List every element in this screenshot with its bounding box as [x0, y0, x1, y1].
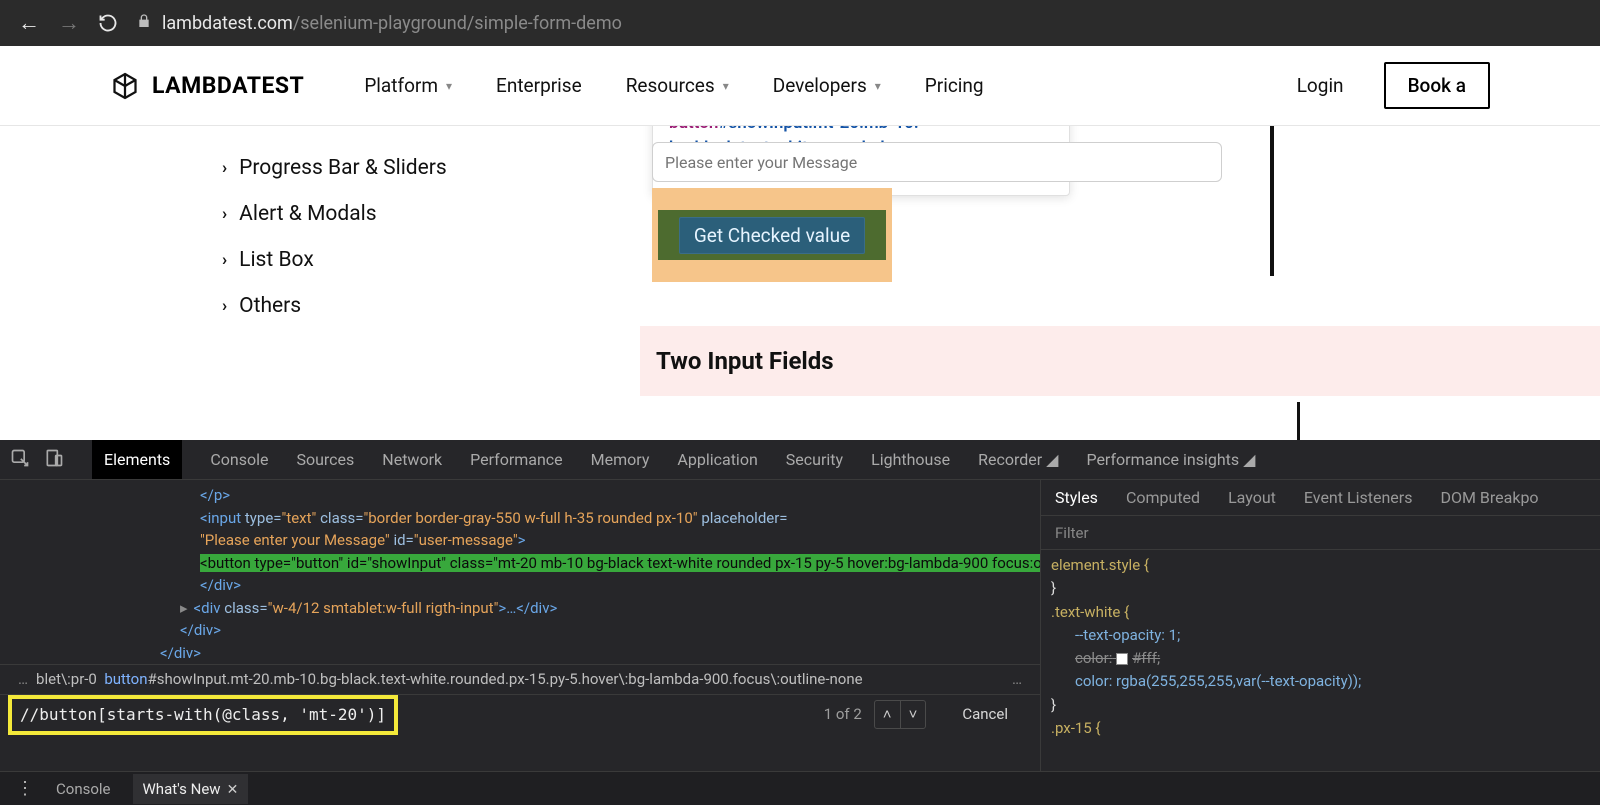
breadcrumb-overflow[interactable]: … [1004, 668, 1030, 691]
dom-search-bar: //button[starts-with(@class, 'mt-20')] 1… [0, 694, 1040, 734]
brand-logo[interactable]: LAMBDATEST [110, 71, 304, 101]
tooltip-dimensions: 173.02 × 34 [971, 126, 1055, 130]
search-stepper: ˄ ˅ [874, 700, 927, 729]
devtools-tab-application[interactable]: Application [677, 450, 757, 469]
forward-button[interactable]: → [58, 10, 80, 36]
book-demo-button[interactable]: Book a [1384, 62, 1490, 109]
nav-developers[interactable]: Developers▾ [773, 74, 881, 97]
brand-name: LAMBDATEST [152, 72, 304, 99]
sidebar: ›Progress Bar & Sliders ›Alert & Modals … [222, 156, 447, 318]
beaker-icon: ◢ [1046, 450, 1058, 469]
nav-enterprise[interactable]: Enterprise [496, 74, 582, 97]
beaker-icon: ◢ [1243, 450, 1255, 469]
search-cancel-button[interactable]: Cancel [938, 703, 1032, 726]
device-toolbar-icon[interactable] [44, 448, 64, 472]
url-path: /selenium-playground/simple-form-demo [293, 13, 622, 34]
search-next-button[interactable]: ˅ [901, 701, 926, 728]
breadcrumb[interactable]: … blet\:pr-0 button#showInput.mt-20.mb-1… [0, 664, 1040, 694]
chevron-right-icon: › [222, 250, 227, 270]
nav-resources[interactable]: Resources▾ [626, 74, 729, 97]
get-checked-value-button[interactable]: Get Checked value [679, 217, 865, 254]
highlight-margin: Get Checked value [652, 188, 892, 282]
chevron-down-icon: ▾ [446, 79, 452, 93]
dom-selected-node[interactable]: <button type="button" id="showInput" cla… [200, 552, 1040, 575]
devtools-tab-security[interactable]: Security [786, 450, 843, 469]
highlight-padding: Get Checked value [658, 210, 886, 260]
two-input-heading: Two Input Fields [656, 347, 834, 375]
styles-pane: Styles Computed Layout Event Listeners D… [1040, 480, 1600, 771]
vertical-rule [1270, 126, 1274, 276]
lock-icon [136, 13, 152, 33]
devtools-tab-console[interactable]: Console [210, 450, 268, 469]
breadcrumb-overflow[interactable]: … [10, 668, 36, 691]
devtools-tab-lighthouse[interactable]: Lighthouse [871, 450, 950, 469]
devtools-tab-elements[interactable]: Elements [92, 440, 182, 479]
devtools-tabs: Elements Console Sources Network Perform… [0, 440, 1600, 480]
chevron-right-icon: › [222, 158, 227, 178]
devtools-tab-performance[interactable]: Performance [470, 450, 563, 469]
message-input[interactable] [652, 142, 1222, 182]
search-match-count: 1 of 2 [824, 703, 862, 726]
url-host: lambdatest.com [162, 13, 293, 34]
sidebar-item-progress[interactable]: ›Progress Bar & Sliders [222, 156, 447, 180]
styles-tab-dom-breakpoints[interactable]: DOM Breakpo [1440, 488, 1538, 507]
dom-tree[interactable]: </p> <input type="text" class="border bo… [0, 480, 1040, 771]
site-header: LAMBDATEST Platform▾ Enterprise Resource… [0, 46, 1600, 126]
chevron-down-icon: ▾ [723, 79, 729, 93]
devtools-tab-memory[interactable]: Memory [591, 450, 650, 469]
vertical-rule [1297, 402, 1300, 440]
styles-tab-computed[interactable]: Computed [1126, 488, 1200, 507]
login-link[interactable]: Login [1297, 74, 1344, 97]
drawer-menu-icon[interactable]: ⋮ [16, 778, 34, 799]
reload-button[interactable] [98, 13, 118, 33]
nav-platform[interactable]: Platform▾ [364, 74, 452, 97]
drawer-tab-console[interactable]: Console [56, 780, 111, 798]
sidebar-item-listbox[interactable]: ›List Box [222, 248, 447, 272]
logo-icon [110, 71, 140, 101]
devtools: Elements Console Sources Network Perform… [0, 440, 1600, 805]
browser-toolbar: ← → lambdatest.com/selenium-playground/s… [0, 0, 1600, 46]
inspect-element-icon[interactable] [10, 448, 30, 472]
chevron-right-icon: › [222, 204, 227, 224]
drawer-tab-whats-new[interactable]: What's New✕ [133, 774, 249, 804]
search-prev-button[interactable]: ˄ [875, 701, 901, 728]
nav-pricing[interactable]: Pricing [925, 74, 984, 97]
sidebar-item-alerts[interactable]: ›Alert & Modals [222, 202, 447, 226]
styles-filter-input[interactable]: Filter [1041, 516, 1600, 550]
devtools-tab-recorder[interactable]: Recorder ◢ [978, 450, 1058, 469]
back-button[interactable]: ← [18, 10, 40, 36]
page-body: ›Progress Bar & Sliders ›Alert & Modals … [0, 126, 1600, 440]
two-input-section: Two Input Fields [640, 326, 1600, 396]
devtools-tab-perf-insights[interactable]: Performance insights ◢ [1086, 450, 1255, 469]
color-swatch-icon[interactable] [1116, 653, 1128, 665]
address-bar[interactable]: lambdatest.com/selenium-playground/simpl… [136, 13, 1582, 34]
devtools-tab-network[interactable]: Network [382, 450, 442, 469]
close-icon[interactable]: ✕ [221, 782, 239, 798]
chevron-down-icon: ▾ [875, 79, 881, 93]
styles-tab-event-listeners[interactable]: Event Listeners [1304, 488, 1413, 507]
devtools-drawer: ⋮ Console What's New✕ [0, 771, 1600, 805]
sidebar-item-others[interactable]: ›Others [222, 294, 447, 318]
styles-rules[interactable]: element.style { } .text-white { --text-o… [1041, 550, 1600, 744]
main-nav: Platform▾ Enterprise Resources▾ Develope… [364, 74, 983, 97]
devtools-tab-sources[interactable]: Sources [296, 450, 354, 469]
xpath-search-input[interactable]: //button[starts-with(@class, 'mt-20')] [8, 695, 398, 735]
chevron-right-icon: › [222, 296, 227, 316]
styles-tab-styles[interactable]: Styles [1055, 488, 1098, 507]
styles-tab-layout[interactable]: Layout [1228, 488, 1276, 507]
